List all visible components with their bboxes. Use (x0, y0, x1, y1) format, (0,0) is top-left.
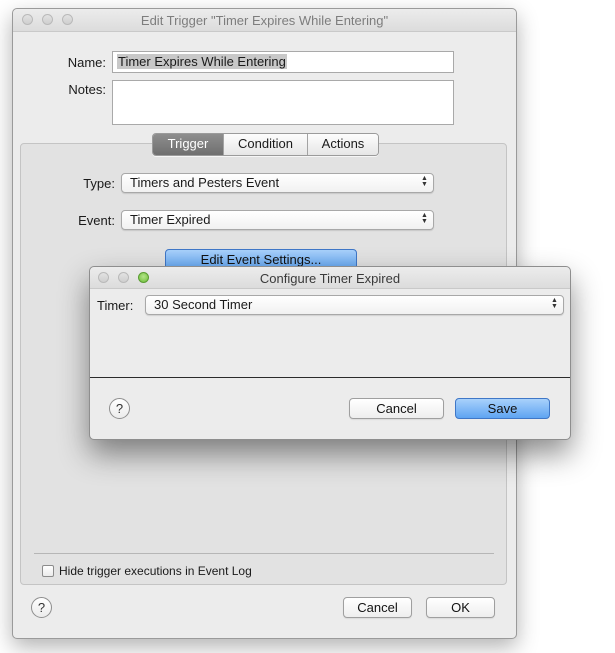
panel-divider (34, 553, 494, 554)
tab-trigger[interactable]: Trigger (153, 134, 223, 155)
event-popup[interactable]: Timer Expired ▲ ▼ (121, 210, 434, 230)
notes-label: Notes: (68, 82, 106, 97)
tab-actions[interactable]: Actions (307, 134, 378, 155)
type-label: Type: (83, 176, 115, 191)
sheet-titlebar[interactable]: Configure Timer Expired (90, 267, 570, 289)
timer-popup-value: 30 Second Timer (154, 297, 253, 312)
timer-label: Timer: (97, 298, 134, 313)
name-label: Name: (67, 55, 106, 70)
sheet-help-button[interactable]: ? (109, 398, 130, 419)
hide-log-checkbox[interactable] (42, 565, 54, 577)
updown-arrows-icon: ▲ ▼ (551, 297, 558, 310)
tab-control: Trigger Condition Actions (152, 133, 379, 156)
type-popup[interactable]: Timers and Pesters Event ▲ ▼ (121, 173, 434, 193)
name-field-value: Timer Expires While Entering (117, 54, 287, 69)
sheet-separator (90, 377, 570, 378)
cancel-button[interactable]: Cancel (343, 597, 412, 618)
sheet-content: Timer: 30 Second Timer ▲ ▼ (90, 289, 570, 377)
notes-field[interactable] (112, 80, 454, 125)
ok-button[interactable]: OK (426, 597, 495, 618)
sheet-title: Configure Timer Expired (259, 271, 401, 286)
tab-condition[interactable]: Condition (223, 134, 307, 155)
event-label: Event: (78, 213, 115, 228)
type-popup-value: Timers and Pesters Event (130, 175, 280, 190)
updown-arrows-icon: ▲ ▼ (421, 175, 428, 188)
timer-popup[interactable]: 30 Second Timer ▲ ▼ (145, 295, 564, 315)
hide-log-label: Hide trigger executions in Event Log (59, 564, 252, 578)
event-popup-value: Timer Expired (130, 212, 211, 227)
name-field[interactable]: Timer Expires While Entering (112, 51, 454, 73)
updown-arrows-icon: ▲ ▼ (421, 212, 428, 225)
save-button[interactable]: Save (455, 398, 550, 419)
main-titlebar[interactable]: Edit Trigger "Timer Expires While Enteri… (13, 9, 516, 32)
help-button[interactable]: ? (31, 597, 52, 618)
sheet-cancel-button[interactable]: Cancel (349, 398, 444, 419)
configure-timer-window: Configure Timer Expired Timer: 30 Second… (89, 266, 571, 440)
window-title: Edit Trigger "Timer Expires While Enteri… (140, 13, 389, 28)
